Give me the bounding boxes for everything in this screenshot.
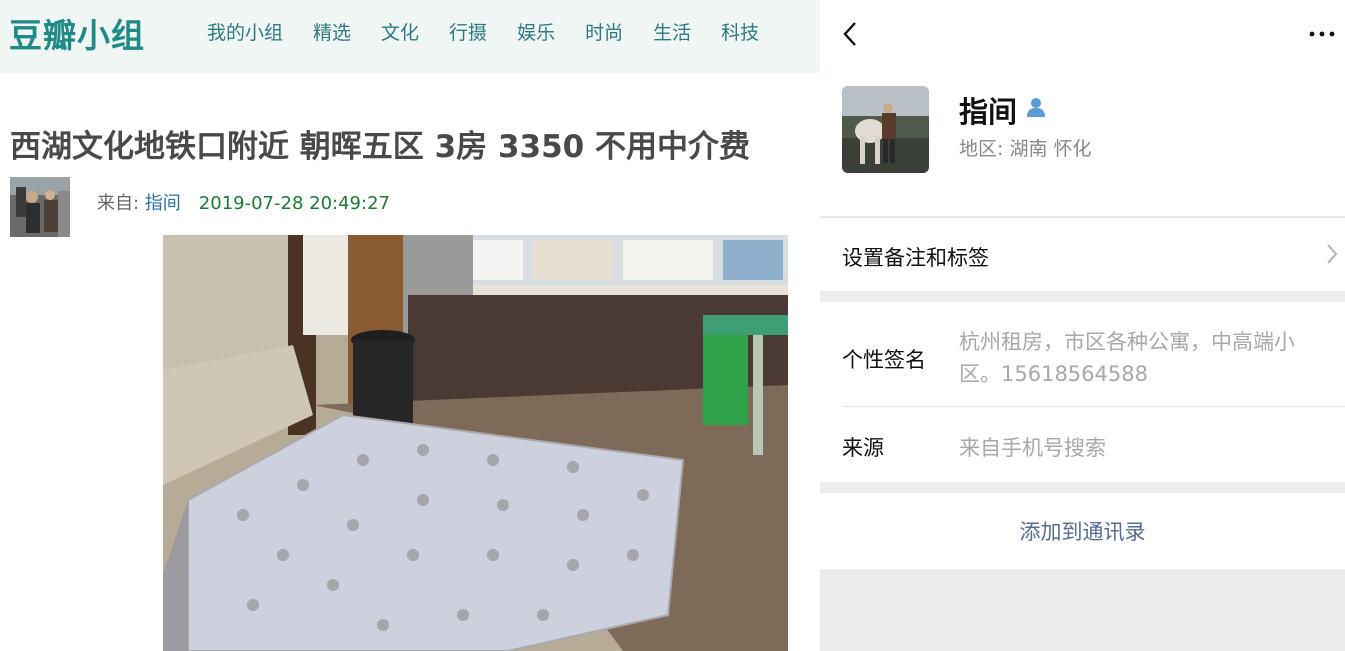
nav-item-fashion[interactable]: 时尚: [585, 18, 623, 45]
add-to-contacts-button[interactable]: 添加到通讯录: [820, 493, 1345, 569]
back-icon[interactable]: [840, 20, 864, 48]
profile-region: 地区: 湖南 怀化: [959, 138, 1092, 160]
remark-and-tags-row[interactable]: 设置备注和标签: [820, 217, 1345, 291]
profile-header: 指间 地区: 湖南 怀化: [820, 0, 1345, 216]
source-label: 来源: [842, 436, 884, 460]
signature-label: 个性签名: [842, 348, 926, 372]
nav-item-culture[interactable]: 文化: [381, 18, 419, 45]
source-value: 来自手机号搜索: [959, 436, 1106, 460]
nav-item-life[interactable]: 生活: [653, 18, 691, 45]
nav-item-entertainment[interactable]: 娱乐: [517, 18, 555, 45]
site-logo[interactable]: 豆瓣小组: [9, 9, 145, 57]
wechat-profile: 指间 地区: 湖南 怀化 设置备注和标签 个性签名 杭州租房，市区各种公寓，中高…: [820, 0, 1345, 651]
chevron-right-icon: [1325, 242, 1339, 266]
divider: [842, 406, 1345, 407]
post-datetime: 2019-07-28 20:49:27: [198, 193, 390, 214]
more-icon[interactable]: [1308, 24, 1338, 44]
nav-item-tech[interactable]: 科技: [721, 18, 759, 45]
profile-avatar[interactable]: [842, 86, 929, 173]
profile-details: 个性签名 杭州租房，市区各种公寓，中高端小区。15618564588 来源 来自…: [820, 302, 1345, 482]
author-link[interactable]: 指间: [145, 193, 181, 214]
post-title: 西湖文化地铁口附近 朝晖五区 3房 3350 不用中介费: [10, 129, 751, 165]
post-meta: 来自: 指间 2019-07-28 20:49:27: [97, 189, 390, 215]
from-label: 来自:: [97, 193, 145, 214]
top-bar: 豆瓣小组 我的小组 精选 文化 行摄 娱乐 时尚 生活 科技: [0, 0, 820, 73]
remark-and-tags-label: 设置备注和标签: [842, 246, 989, 270]
author-avatar[interactable]: [10, 177, 70, 237]
douban-page: 豆瓣小组 我的小组 精选 文化 行摄 娱乐 时尚 生活 科技 西湖文化地铁口附近…: [0, 0, 820, 651]
room-photo[interactable]: [163, 235, 788, 651]
nav-item-featured[interactable]: 精选: [313, 18, 351, 45]
person-icon: [1025, 96, 1047, 118]
nav-item-my-groups[interactable]: 我的小组: [207, 18, 283, 45]
nav-item-travel-photo[interactable]: 行摄: [449, 18, 487, 45]
bottom-spacer: [820, 569, 1345, 651]
main-nav: 我的小组 精选 文化 行摄 娱乐 时尚 生活 科技: [207, 18, 789, 45]
profile-name: 指间: [959, 95, 1018, 129]
signature-value: 杭州租房，市区各种公寓，中高端小区。15618564588: [959, 330, 1295, 386]
add-contact-section: 添加到通讯录: [820, 493, 1345, 569]
